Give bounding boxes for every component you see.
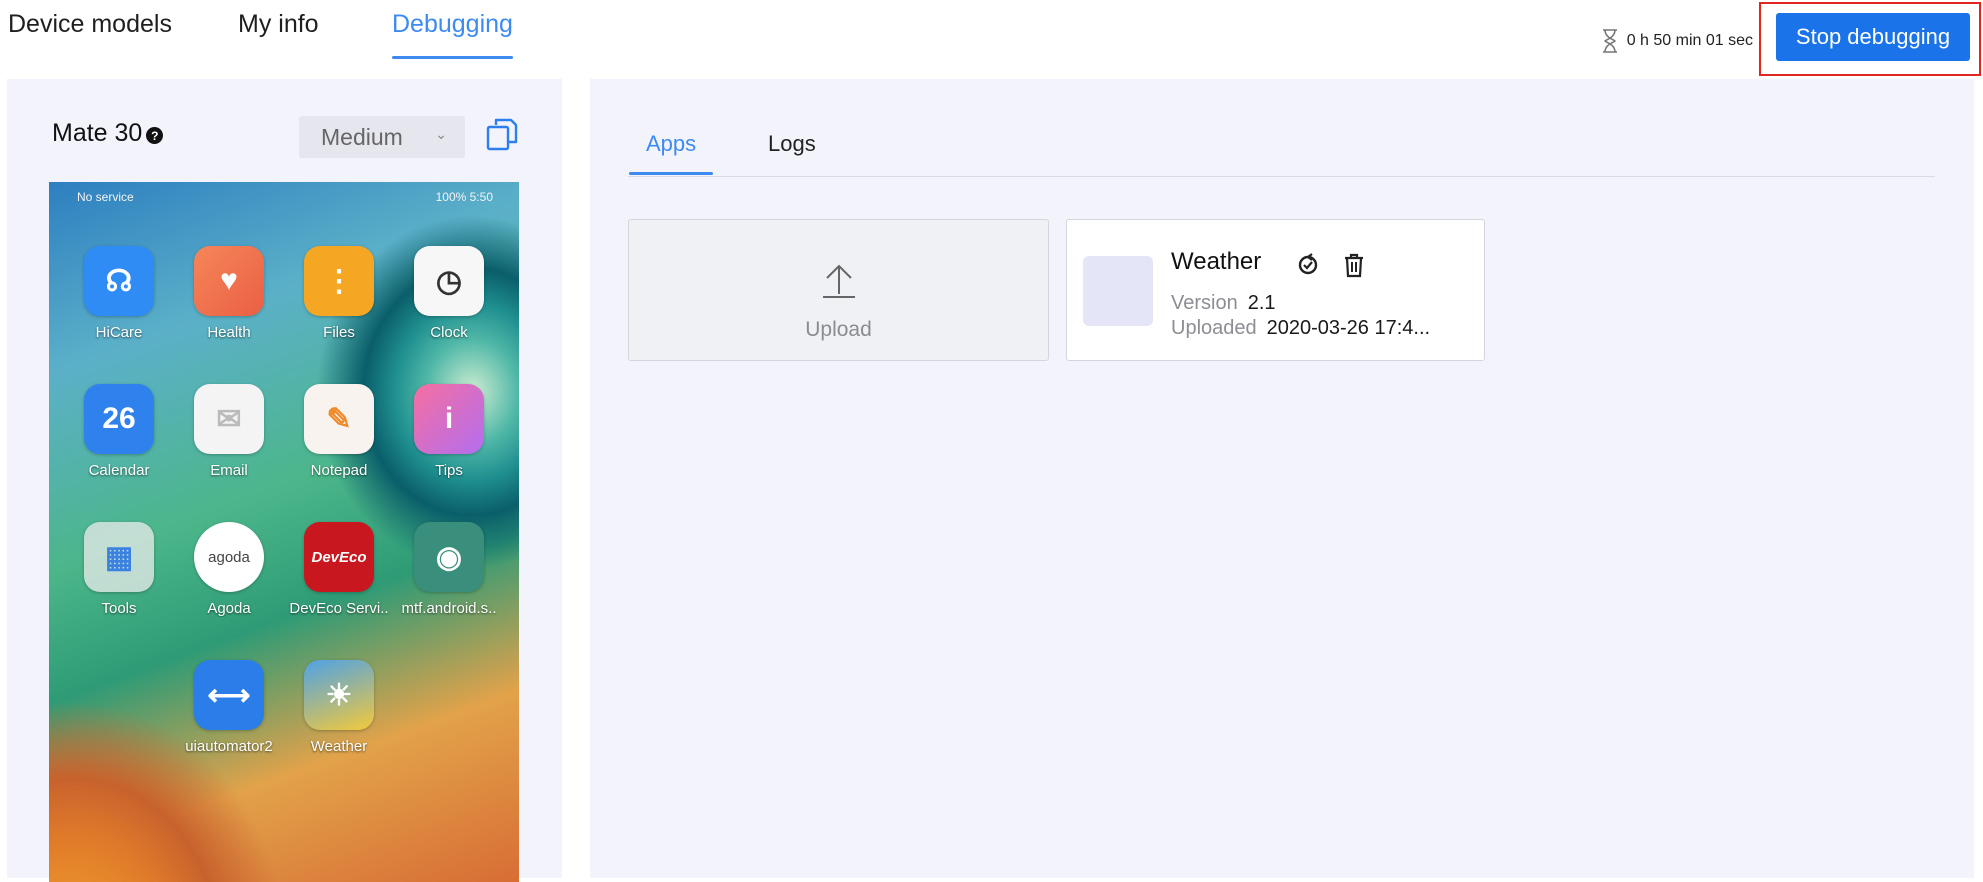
top-navigation: Device models My info Debugging 0 h 50 m… <box>0 0 1983 76</box>
uploaded-key: Uploaded <box>1171 317 1257 339</box>
calendar-icon: 26 <box>84 384 154 454</box>
version-key: Version <box>1171 292 1238 314</box>
app-label: Tools <box>101 600 137 617</box>
phone-status-bar: No service 100% 5:50 <box>49 188 519 208</box>
panel-tabs: Apps Logs <box>628 121 1935 177</box>
tools-folder-icon: ▦ <box>84 522 154 592</box>
quality-select[interactable]: Medium ⌄ <box>299 116 465 158</box>
app-icon-calendar[interactable]: 26 Calendar <box>64 384 174 479</box>
app-thumbnail <box>1083 256 1153 326</box>
device-name: Mate 30 <box>52 119 143 147</box>
weather-icon: ☀ <box>304 660 374 730</box>
app-icon-email[interactable]: ✉ Email <box>174 384 284 479</box>
tab-label: Debugging <box>392 10 513 38</box>
app-label: Email <box>210 462 248 479</box>
tab-label: My info <box>238 10 319 38</box>
copy-icon[interactable] <box>485 117 519 151</box>
app-version: Version 2.1 <box>1171 292 1276 315</box>
hourglass-icon <box>1602 29 1617 53</box>
app-icon-notepad[interactable]: ✎ Notepad <box>284 384 394 479</box>
app-label: Notepad <box>310 462 368 479</box>
timer-text: 0 h 50 min 01 sec <box>1626 32 1753 49</box>
app-card: Weather Version 2.1 Uploaded 2020-03-26 17… <box>1066 219 1485 361</box>
apps-panel: Apps Logs Upload Weather Version 2.1 Upl… <box>590 79 1974 878</box>
app-name: Weather <box>1171 248 1262 275</box>
app-icon-mtf-android[interactable]: ◉ mtf.android.s.. <box>394 522 504 617</box>
app-label: DevEco Servi.. <box>289 600 389 617</box>
tab-label: Apps <box>646 131 697 156</box>
app-label: Agoda <box>207 600 251 617</box>
tips-icon: i <box>414 384 484 454</box>
chevron-down-icon: ⌄ <box>435 126 447 142</box>
app-label: Clock <box>430 324 468 341</box>
app-icon-tips[interactable]: i Tips <box>394 384 504 479</box>
app-label: Calendar <box>88 462 150 479</box>
stop-debugging-button[interactable]: Stop debugging <box>1776 13 1970 61</box>
app-icon-health[interactable]: ♥ Health <box>174 246 284 341</box>
battery-time: 100% 5:50 <box>435 190 493 204</box>
help-icon[interactable]: ? <box>146 127 164 144</box>
tab-label: Logs <box>768 131 816 156</box>
hicare-icon: ☊ <box>84 246 154 316</box>
email-icon: ✉ <box>194 384 264 454</box>
version-value: 2.1 <box>1247 292 1276 314</box>
uploaded-value: 2020-03-26 17:4... <box>1266 317 1431 339</box>
tab-apps[interactable]: Apps <box>629 131 714 175</box>
device-title: Mate 30 ? <box>52 119 164 148</box>
deveco-icon: DevEco <box>304 522 374 592</box>
app-label: Health <box>207 324 251 341</box>
health-icon: ♥ <box>194 246 264 316</box>
app-icon-weather[interactable]: ☀ Weather <box>284 660 394 755</box>
uiautomator-icon: ⟷ <box>194 660 264 730</box>
app-uploaded: Uploaded 2020-03-26 17:4... <box>1171 317 1430 340</box>
app-icon-agoda[interactable]: agoda Agoda <box>174 522 284 617</box>
tab-logs[interactable]: Logs <box>768 131 816 157</box>
app-label: Files <box>323 324 355 341</box>
upload-button[interactable]: Upload <box>628 219 1049 361</box>
app-label: uiautomator2 <box>185 738 273 755</box>
app-icon-uiautomator2[interactable]: ⟷ uiautomator2 <box>174 660 284 755</box>
app-icon-hicare[interactable]: ☊ HiCare <box>64 246 174 341</box>
android-icon: ◉ <box>414 522 484 592</box>
active-tab-indicator <box>392 56 513 59</box>
files-icon: ⋮ <box>304 246 374 316</box>
device-screen[interactable]: No service 100% 5:50 ☊ HiCare ♥ Health ⋮… <box>49 182 519 882</box>
device-panel: Mate 30 ? Medium ⌄ No service 100% 5:50 … <box>7 79 562 882</box>
debug-timer: 0 h 50 min 01 sec <box>1601 28 1753 54</box>
app-folder-tools[interactable]: ▦ Tools <box>64 522 174 617</box>
quality-value: Medium <box>321 123 403 150</box>
notepad-icon: ✎ <box>304 384 374 454</box>
carrier-status: No service <box>77 190 134 204</box>
app-icon-files[interactable]: ⋮ Files <box>284 246 394 341</box>
clock-icon: ◷ <box>414 246 484 316</box>
app-label: Weather <box>310 738 368 755</box>
tab-my-info[interactable]: My info <box>238 10 319 39</box>
reinstall-icon[interactable] <box>1295 252 1321 278</box>
agoda-icon: agoda <box>194 522 264 592</box>
tab-label: Device models <box>8 10 172 38</box>
app-label: mtf.android.s.. <box>401 600 497 617</box>
delete-icon[interactable] <box>1341 252 1367 278</box>
app-icon-deveco[interactable]: DevEco DevEco Servi.. <box>284 522 394 617</box>
active-tab-indicator <box>629 172 714 175</box>
app-icon-clock[interactable]: ◷ Clock <box>394 246 504 341</box>
app-label: Tips <box>435 462 463 479</box>
tab-device-models[interactable]: Device models <box>8 10 172 39</box>
upload-icon <box>823 264 855 298</box>
upload-label: Upload <box>805 318 872 341</box>
tab-debugging[interactable]: Debugging <box>392 10 513 59</box>
app-label: HiCare <box>95 324 143 341</box>
